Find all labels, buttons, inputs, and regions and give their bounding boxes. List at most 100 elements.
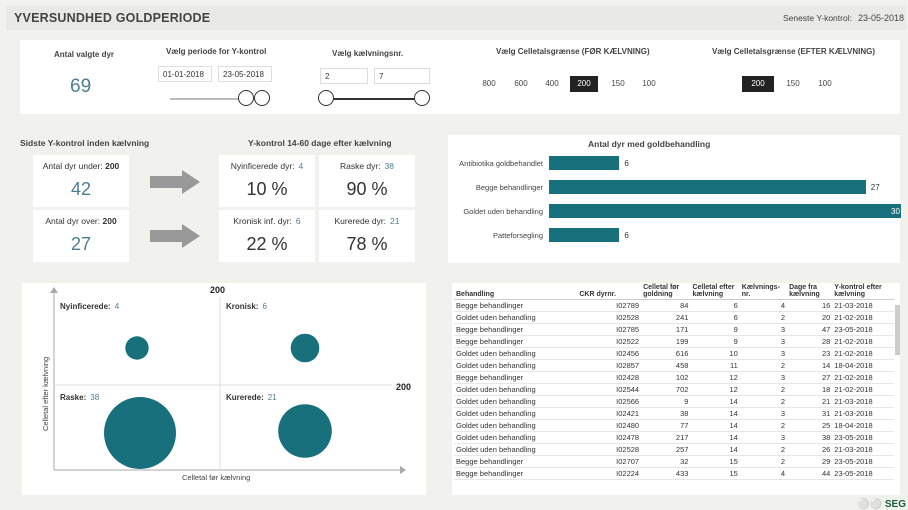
after-option-100[interactable]: 100 <box>812 76 838 92</box>
table-row[interactable]: Begge behandlinger I02785 171 9 3 47 23-05-201… <box>454 323 894 336</box>
table-row[interactable]: Begge behandlinger I02522 199 9 3 28 21-02-201… <box>454 335 894 348</box>
table-header[interactable]: Dage fra kælvning <box>787 283 833 300</box>
bar[interactable] <box>549 204 901 218</box>
period-from-input[interactable]: 01-01-2018 <box>158 66 212 82</box>
table-cell: 23-05-2018 <box>832 467 894 480</box>
table-cell: 23 <box>787 347 833 360</box>
bubble[interactable] <box>278 404 332 458</box>
table-scrollbar[interactable] <box>895 305 900 355</box>
table-header[interactable]: Y-kontrol efter kælvning <box>832 283 894 300</box>
cured-pct: 78 % <box>346 234 388 254</box>
table-row[interactable]: Begge behandlinger I02224 433 15 4 44 23-05-20… <box>454 467 894 480</box>
bar-value-label: 30 <box>891 207 900 216</box>
table-cell: 25 <box>787 419 833 432</box>
bar[interactable] <box>549 180 866 194</box>
quadrant-chart: 200 200 Celletal før kælvning Celletal efte… <box>22 283 426 495</box>
table-cell: 11 <box>690 359 740 372</box>
bar[interactable] <box>549 156 620 170</box>
table-row[interactable]: Goldet uden behandling I02566 9 14 2 21 21-03-… <box>454 395 894 408</box>
before-option-150[interactable]: 150 <box>605 76 631 92</box>
table-header[interactable]: Kælvnings-nr. <box>739 283 788 300</box>
bar-value-label: 27 <box>870 183 880 192</box>
bubble[interactable] <box>104 397 176 469</box>
table-row[interactable]: Goldet uden behandling I02528 241 6 2 20 21-02… <box>454 311 894 324</box>
chronic-pct: 22 % <box>246 234 288 254</box>
y-axis-arrow-icon <box>50 287 58 293</box>
before-option-200[interactable]: 200 <box>570 76 598 92</box>
table-header[interactable]: Celletal før goldning <box>641 283 691 300</box>
calving-from-input[interactable]: 2 <box>320 68 368 84</box>
healthy-card: Raske dyr: 38 90 % <box>319 155 415 207</box>
table-row[interactable]: Goldet uden behandling I02478 217 14 3 38 23-0… <box>454 431 894 444</box>
table-cell: 616 <box>641 347 691 360</box>
period-to-input[interactable]: 23-05-2018 <box>218 66 272 82</box>
animal-table: Behandling CKR dyrnr. Celletal før goldnin… <box>454 283 894 480</box>
table-cell: I02544 <box>577 383 642 396</box>
chronic-label: Kronisk inf. dyr: 6 <box>233 216 301 226</box>
over-label: Antal dyr over: 200 <box>45 216 117 226</box>
table-cell: 12 <box>690 383 740 396</box>
period-slider-handle-end[interactable] <box>254 90 270 106</box>
latest-control-label: Seneste Y-kontrol: <box>782 13 852 23</box>
table-cell: I02528 <box>577 443 642 456</box>
new-infected-label: Nyinficerede dyr: 4 <box>230 161 304 171</box>
table-cell: Goldet uden behandling <box>454 431 578 444</box>
table-row[interactable]: Begge behandlinger I02707 32 15 2 29 23-05-201… <box>454 455 894 468</box>
table-cell: 14 <box>690 395 740 408</box>
y-axis-label: Celletal efter kælvning <box>41 357 50 431</box>
table-cell: 458 <box>641 359 691 372</box>
table-cell: 21-02-2018 <box>832 335 894 348</box>
table-cell: 4 <box>739 467 788 480</box>
after-option-150[interactable]: 150 <box>780 76 806 92</box>
table-row[interactable]: Goldet uden behandling I02528 257 14 2 26 21-0… <box>454 443 894 456</box>
before-option-100[interactable]: 100 <box>636 76 662 92</box>
after-threshold-label: Vælg Celletalsgrænse (EFTER KÆLVNING) <box>712 47 875 56</box>
table-cell: 199 <box>641 335 691 348</box>
table-row[interactable]: Goldet uden behandling I02480 77 14 2 25 18-04… <box>454 419 894 432</box>
before-option-800[interactable]: 800 <box>476 76 502 92</box>
after-option-200[interactable]: 200 <box>742 76 774 92</box>
quadrant-label: Nyinficerede: 4 <box>60 302 120 311</box>
table-cell: 14 <box>787 359 833 372</box>
table-row[interactable]: Begge behandlinger I02789 84 6 4 16 21-03-2018 <box>454 299 894 312</box>
table-row[interactable]: Goldet uden behandling I02456 616 10 3 23 21-0… <box>454 347 894 360</box>
bubble[interactable] <box>125 336 149 360</box>
seges-logo: ⚪⚪ SEG <box>857 499 906 510</box>
y-threshold-label: 200 <box>210 285 225 295</box>
period-slider-handle-start[interactable] <box>238 90 254 106</box>
period-label: Vælg periode for Y-kontrol <box>166 47 267 56</box>
table-cell: 21-02-2018 <box>832 383 894 396</box>
table-row[interactable]: Begge behandlinger I02428 102 12 3 27 21-02-20… <box>454 371 894 384</box>
table-cell: 18-04-2018 <box>832 359 894 372</box>
table-cell: 28 <box>787 335 833 348</box>
table-cell: I02224 <box>577 467 642 480</box>
table-cell: 31 <box>787 407 833 420</box>
table-cell: 21 <box>787 395 833 408</box>
table-row[interactable]: Goldet uden behandling I02421 38 14 3 31 21-03… <box>454 407 894 420</box>
over-card: Antal dyr over: 200 27 <box>33 210 129 262</box>
table-header[interactable]: CKR dyrnr. <box>577 283 642 300</box>
table-header[interactable]: Celletal efter kælvning <box>690 283 740 300</box>
table-header[interactable]: Behandling <box>454 283 578 300</box>
table-cell: I02522 <box>577 335 642 348</box>
table-cell: 6 <box>690 311 740 324</box>
bar[interactable] <box>549 228 620 242</box>
table-row[interactable]: Goldet uden behandling I02857 458 11 2 14 18-0… <box>454 359 894 372</box>
calving-to-input[interactable]: 7 <box>374 68 430 84</box>
quadrant-label: Raske: 38 <box>60 393 100 402</box>
header-bar: YVERSUNDHED GOLDPERIODE Seneste Y-kontro… <box>6 6 906 30</box>
calving-slider-handle-start[interactable] <box>318 90 334 106</box>
table-cell: 241 <box>641 311 691 324</box>
bubble[interactable] <box>290 333 320 363</box>
table-cell: Goldet uden behandling <box>454 443 578 456</box>
calving-slider-handle-end[interactable] <box>414 90 430 106</box>
before-option-400[interactable]: 400 <box>539 76 565 92</box>
chronic-card: Kronisk inf. dyr: 6 22 % <box>219 210 315 262</box>
table-row[interactable]: Goldet uden behandling I02544 702 12 2 18 21-0… <box>454 383 894 396</box>
table-cell: 38 <box>641 407 691 420</box>
before-option-600[interactable]: 600 <box>508 76 534 92</box>
calving-slider-track[interactable] <box>324 98 428 100</box>
table-cell: Begge behandlinger <box>454 299 578 312</box>
table-cell: 2 <box>739 455 788 468</box>
table-cell: 9 <box>690 335 740 348</box>
